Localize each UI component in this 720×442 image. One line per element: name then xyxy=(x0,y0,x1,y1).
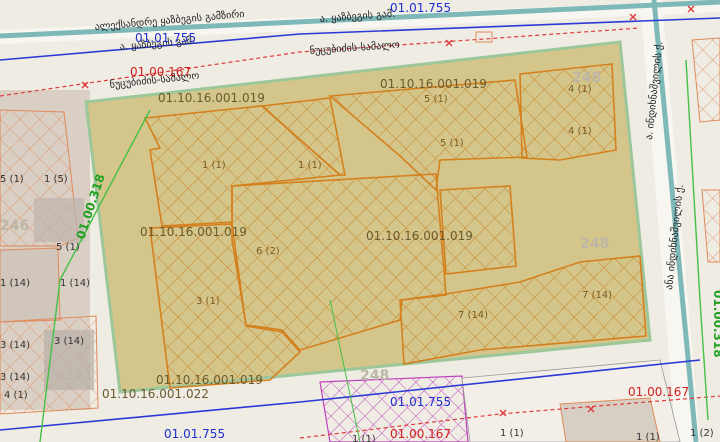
house-number-248-mid: 248 xyxy=(580,236,609,252)
map-canvas[interactable]: ალექსანდრე ყაზბეგის გამზირი ა. ყაზბეგის … xyxy=(0,0,720,442)
parcel-code-main-top[interactable]: 01.10.16.001.019 xyxy=(158,91,265,105)
building-label: 1 (1) xyxy=(202,160,226,171)
house-number-241: 241 xyxy=(64,368,93,384)
house-number-246: 246 xyxy=(0,218,29,234)
building-e[interactable] xyxy=(519,63,617,161)
building-label: 6 (2) xyxy=(256,246,280,257)
parcel-code-main-bottom[interactable]: 01.10.16.001.019 xyxy=(156,373,263,387)
zone-code-red-top: 01.00.167 xyxy=(130,65,191,79)
building-label: 1 (1) xyxy=(636,432,660,442)
building-label: 5 (1) xyxy=(440,138,464,149)
building-label: 4 (1) xyxy=(4,390,28,401)
building-label: 5 (1) xyxy=(424,94,448,105)
building-label: 1 (14) xyxy=(60,278,90,289)
building-label: 1 (1) xyxy=(298,160,322,171)
zone-code-red-bottom: 01.00.167 xyxy=(628,385,689,399)
building-label: 3 (14) xyxy=(0,372,30,383)
zone-code-red-bottom-2: 01.00.167 xyxy=(390,427,451,441)
building-label: 7 (14) xyxy=(458,310,488,321)
zone-code-green-right: 01.00.318 xyxy=(711,290,720,358)
parcel-code-main-center[interactable]: 01.10.16.001.019 xyxy=(366,229,473,243)
building-label: 7 (14) xyxy=(582,290,612,301)
zone-code-blue-top-2: 01.01.755 xyxy=(135,31,196,45)
building-label: 5 (1) xyxy=(56,242,80,253)
building-label: 1 (2) xyxy=(690,428,714,439)
building-label: 5 (1) xyxy=(0,174,24,185)
building-label: 1 (5) xyxy=(44,174,68,185)
house-number-248-bottom: 248 xyxy=(360,368,389,384)
building-label: 3 (1) xyxy=(196,296,220,307)
zone-code-blue-top: 01.01.755 xyxy=(390,1,451,15)
zone-code-blue-bottom-2: 01.01.755 xyxy=(164,427,225,441)
cadastral-map[interactable]: ალექსანდრე ყაზბეგის გამზირი ა. ყაზბეგის … xyxy=(0,0,720,442)
parcel-code-neighbor-bottom[interactable]: 01.10.16.001.022 xyxy=(102,387,209,401)
parcel-code-main-upper-right[interactable]: 01.10.16.001.019 xyxy=(380,77,487,91)
building-label: 3 (14) xyxy=(0,340,30,351)
zone-code-blue-bottom: 01.01.755 xyxy=(390,395,451,409)
building-label: 1 (1) xyxy=(500,428,524,439)
building-label: 1 (1) xyxy=(352,434,376,442)
building-label: 4 (1) xyxy=(568,126,592,137)
building-label: 1 (14) xyxy=(0,278,30,289)
building-label: 4 (1) xyxy=(568,84,592,95)
parcel-code-main-mid-left[interactable]: 01.10.16.001.019 xyxy=(140,225,247,239)
building-label: 3 (14) xyxy=(54,336,84,347)
